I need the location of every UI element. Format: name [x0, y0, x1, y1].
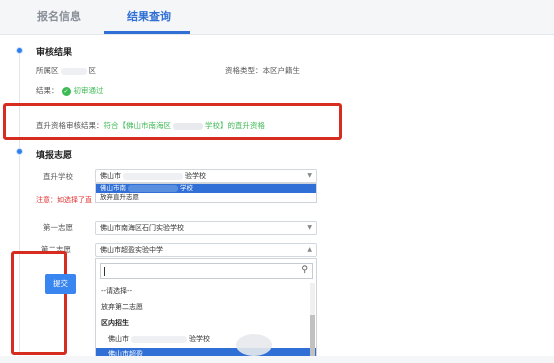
second-choice-select[interactable]: 佛山市超盈实验中学 ▲: [95, 243, 317, 257]
district-suffix: 区: [88, 66, 97, 75]
text-cursor: [104, 267, 105, 276]
result-panel: 审核结果 所属区 区 资格类型：本区户籍生 结果： ✓ 初审通过 直升资格审核结果：符…: [0, 36, 554, 363]
tab-registration-info[interactable]: 报名信息: [37, 8, 81, 24]
dropdown-scrollbar[interactable]: [310, 283, 315, 359]
timeline-dot-volunteer: [16, 148, 23, 155]
dropdown-option[interactable]: 放弃第二志愿: [96, 301, 316, 314]
result-value: 初审通过: [73, 86, 104, 95]
audit-section-title: 审核结果: [36, 48, 73, 58]
redacted-text: [123, 172, 183, 180]
redacted-text: [173, 122, 203, 130]
search-icon: ⚲: [301, 265, 308, 275]
scrollbar-thumb[interactable]: [310, 315, 315, 359]
dropdown-option[interactable]: --请选择--: [96, 285, 316, 298]
first-choice-label: 第一志愿: [43, 223, 73, 232]
timeline-dot-audit: [16, 47, 23, 54]
active-tab-indicator: [104, 31, 190, 34]
dropdown-group-label: 区内招生: [101, 319, 129, 327]
first-choice-select[interactable]: 佛山市南海区石门实验学校 ▼: [95, 221, 317, 235]
redaction-blur: [236, 334, 272, 356]
redacted-text: [131, 335, 187, 343]
chevron-down-icon: ▼: [307, 172, 312, 179]
direct-result-value-end: 学校】的直升资格: [205, 121, 265, 130]
check-circle-icon: ✓: [61, 86, 71, 96]
option-label: 佛山市南: [100, 184, 126, 192]
submit-button[interactable]: 提交: [45, 274, 76, 294]
redacted-text: [128, 184, 178, 192]
warning-text: 注意：如选择了直: [36, 196, 92, 204]
direct-school-value: 佛山市: [100, 172, 121, 180]
second-choice-value: 佛山市超盈实验中学: [100, 246, 163, 254]
highlight-box-submit: [11, 251, 67, 355]
second-choice-dropdown: ⚲ --请选择-- 放弃第二志愿 区内招生 佛山市 验学校 佛山市超盈: [95, 258, 317, 362]
bottom-bar: [0, 356, 554, 363]
dropdown-search-input[interactable]: ⚲: [100, 263, 313, 279]
direct-school-value-tail: 验学校: [185, 172, 206, 180]
chevron-down-icon: ▲: [307, 246, 312, 253]
direct-school-label: 直升学校: [43, 172, 73, 181]
direct-school-select[interactable]: 佛山市 验学校 ▼: [95, 169, 317, 183]
result-label: 结果：: [36, 86, 59, 95]
qualification-type: 资格类型：本区户籍生: [225, 66, 300, 75]
audit-result-row: 结果： ✓ 初审通过: [36, 85, 104, 96]
top-tab-bar: 报名信息 结果查询: [0, 0, 554, 35]
direct-school-option[interactable]: 佛山市南 学校: [96, 184, 316, 193]
district-label: 所属区: [36, 66, 59, 75]
option-label: 验学校: [189, 335, 210, 343]
direct-result-value-start: 符合【佛山市南海区: [103, 121, 172, 130]
tab-result-query[interactable]: 结果查询: [127, 8, 171, 24]
direct-result-label: 直升资格审核结果：: [36, 121, 104, 130]
volunteer-section-title: 填报志愿: [36, 151, 73, 161]
direct-school-option[interactable]: 放弃直升志愿: [96, 193, 316, 202]
first-choice-value: 佛山市南海区石门实验学校: [100, 224, 184, 232]
direct-promotion-result: 直升资格审核结果：符合【佛山市南海区 学校】的直升资格: [36, 120, 265, 131]
chevron-down-icon: ▼: [307, 224, 312, 231]
dropdown-option[interactable]: 佛山市 验学校: [96, 333, 316, 346]
option-label: 佛山市: [108, 335, 129, 343]
redacted-text: [60, 67, 87, 75]
district-row: 所属区 区: [36, 65, 96, 76]
direct-school-dropdown: 佛山市南 学校 放弃直升志愿: [95, 183, 317, 203]
